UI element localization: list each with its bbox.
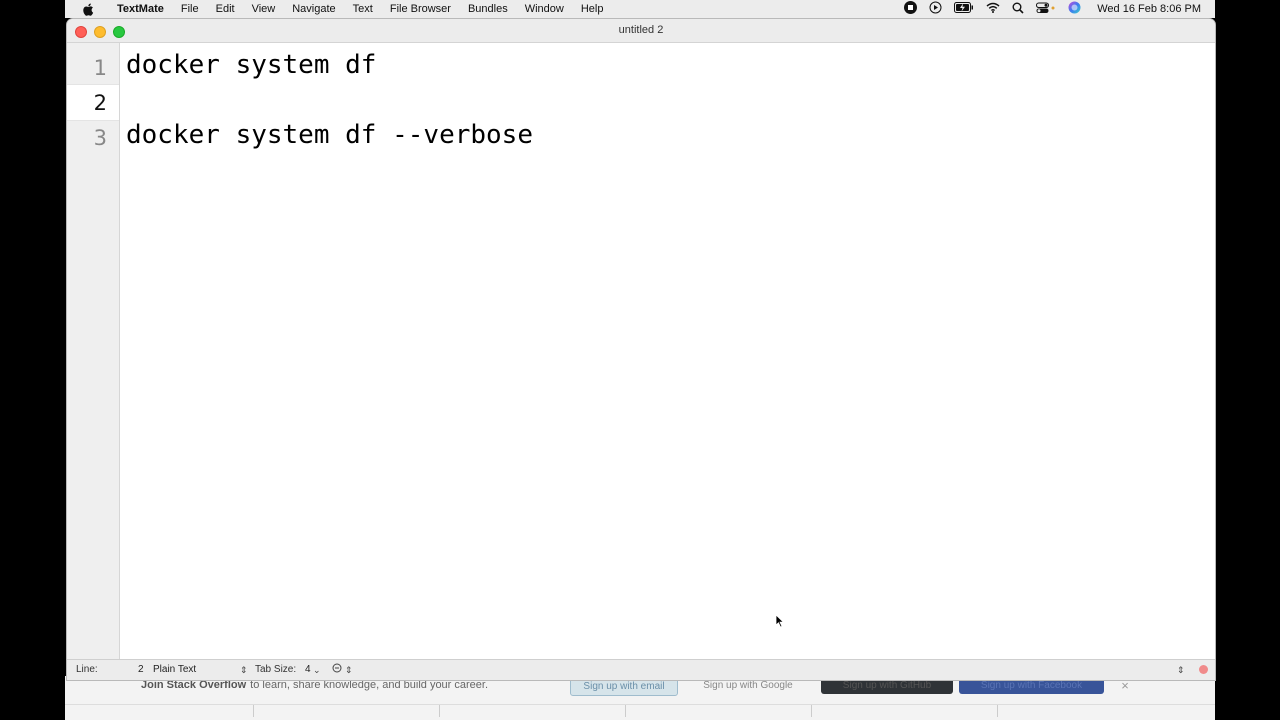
- mouse-pointer-icon: [775, 614, 785, 633]
- control-center-icon[interactable]: [1036, 2, 1056, 17]
- grammar-chevron-icon[interactable]: ⇕: [240, 660, 248, 680]
- menu-file-browser[interactable]: File Browser: [390, 3, 451, 15]
- editor-area[interactable]: 1 2 3 docker system df docker system df …: [67, 43, 1215, 660]
- code-line[interactable]: docker system df: [126, 50, 376, 80]
- play-circle-icon[interactable]: [929, 1, 942, 17]
- line-number-field[interactable]: 2: [138, 660, 144, 680]
- menu-navigate[interactable]: Navigate: [292, 3, 335, 15]
- symbol-popup-chevron-icon[interactable]: ⇕: [1177, 660, 1185, 680]
- menu-help[interactable]: Help: [581, 3, 604, 15]
- join-title: Join Stack Overflow: [141, 679, 247, 691]
- menu-bar: TextMate File Edit View Navigate Text Fi…: [65, 0, 1215, 18]
- line-number: 3: [93, 126, 107, 150]
- status-menu-area: Wed 16 Feb 8:06 PM: [904, 0, 1201, 18]
- menu-view[interactable]: View: [252, 3, 276, 15]
- menu-text[interactable]: Text: [353, 3, 373, 15]
- grammar-popup[interactable]: Plain Text: [153, 660, 196, 680]
- window-titlebar[interactable]: untitled 2: [67, 19, 1215, 43]
- spotlight-search-icon[interactable]: [1012, 2, 1024, 17]
- line-number: 1: [93, 56, 107, 80]
- line-number-gutter: 1 2 3: [67, 43, 120, 660]
- wifi-icon[interactable]: [986, 2, 1000, 16]
- tab-size-popup[interactable]: 4: [305, 660, 311, 680]
- background-browser-window: Join Stack Overflow to learn, share know…: [65, 676, 1215, 720]
- screen-record-stop-icon[interactable]: [904, 1, 918, 17]
- bundle-gear-icon[interactable]: [332, 660, 342, 680]
- menu-edit[interactable]: Edit: [216, 3, 235, 15]
- menubar-clock[interactable]: Wed 16 Feb 8:06 PM: [1097, 3, 1201, 15]
- line-number-current: 2: [93, 91, 107, 115]
- tab-size-chevron-icon[interactable]: ⌄: [313, 660, 321, 680]
- macro-record-icon[interactable]: [1199, 665, 1208, 674]
- tab-size-label: Tab Size:: [255, 664, 297, 675]
- bundle-chevron-icon[interactable]: ⇕: [345, 660, 353, 680]
- editor-statusbar: Line: 2 Plain Text ⇕ Tab Size: 4 ⌄ ⇕ ⇕: [67, 659, 1215, 680]
- menu-file[interactable]: File: [181, 3, 199, 15]
- battery-charging-icon[interactable]: [954, 2, 974, 16]
- textmate-window: untitled 2 1 2 3 docker system df docker…: [67, 19, 1215, 680]
- code-line[interactable]: docker system df --verbose: [126, 120, 533, 150]
- join-subtitle: to learn, share knowledge, and build you…: [250, 679, 489, 691]
- siri-icon[interactable]: [1068, 1, 1081, 17]
- menu-bundles[interactable]: Bundles: [468, 3, 508, 15]
- bg-dividers: [65, 704, 1215, 717]
- menu-app-textmate[interactable]: TextMate: [117, 3, 164, 15]
- apple-icon[interactable]: [81, 3, 95, 16]
- menu-window[interactable]: Window: [525, 3, 564, 15]
- line-label: Line:: [76, 664, 98, 675]
- window-title: untitled 2: [618, 24, 664, 36]
